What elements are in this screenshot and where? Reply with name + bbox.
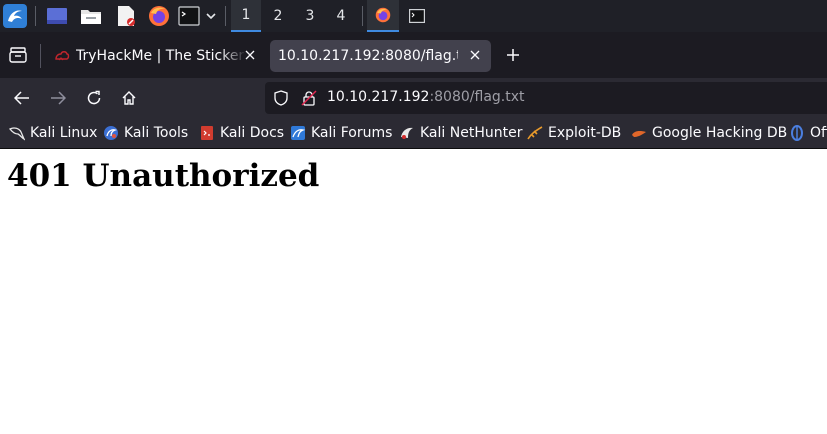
chevron-down-icon[interactable] bbox=[202, 4, 220, 28]
taskbar-separator bbox=[225, 6, 226, 26]
bookmark-kali-forums[interactable]: Kali Forums bbox=[290, 124, 392, 142]
bookmark-label: Kali NetHunter bbox=[420, 125, 523, 141]
bookmark-label: Kali Forums bbox=[311, 125, 393, 141]
tab-title: 10.10.217.192:8080/flag.txt bbox=[278, 48, 458, 64]
bookmark-label: Kali Linux bbox=[30, 125, 98, 141]
bookmark-kali-docs[interactable]: Kali Docs bbox=[199, 124, 284, 142]
close-tab-icon[interactable] bbox=[466, 46, 484, 64]
ghdb-icon bbox=[631, 125, 647, 141]
bookmark-label: Google Hacking DB bbox=[652, 125, 788, 141]
url-path: :8080/flag.txt bbox=[429, 89, 525, 105]
address-bar[interactable]: 10.10.217.192:8080/flag.txt bbox=[265, 82, 827, 114]
firefox-icon[interactable] bbox=[147, 4, 171, 28]
tab-title: TryHackMe | The Sticker Shop bbox=[76, 48, 246, 64]
system-taskbar: 1 2 3 4 bbox=[0, 0, 827, 32]
home-button[interactable] bbox=[117, 86, 141, 110]
url-host: 10.10.217.192 bbox=[327, 89, 430, 105]
tab-tryhackme[interactable]: TryHackMe | The Sticker Shop bbox=[44, 40, 266, 72]
workspace-3[interactable]: 3 bbox=[295, 0, 325, 32]
bookmark-label: Kali Docs bbox=[220, 125, 285, 141]
workspace-4[interactable]: 4 bbox=[326, 0, 356, 32]
kali-docs-icon bbox=[199, 125, 215, 141]
shield-icon[interactable] bbox=[273, 90, 289, 110]
taskbar-separator bbox=[362, 6, 363, 26]
reload-button[interactable] bbox=[82, 86, 106, 110]
tryhackme-icon bbox=[54, 48, 70, 64]
kali-tools-icon bbox=[103, 125, 119, 141]
kali-menu-icon[interactable] bbox=[3, 4, 27, 28]
taskbar-app-firefox[interactable] bbox=[367, 0, 399, 32]
offsec-icon bbox=[789, 125, 805, 141]
page-heading: 401 Unauthorized bbox=[7, 158, 320, 194]
bookmarks-toolbar: Kali Linux Kali Tools Kali Docs Kali For… bbox=[0, 118, 827, 149]
bookmark-label: Exploit-DB bbox=[548, 125, 622, 141]
forward-button[interactable] bbox=[46, 86, 70, 110]
bookmark-offsec[interactable]: OffSec bbox=[789, 124, 827, 142]
workspace-2[interactable]: 2 bbox=[263, 0, 293, 32]
tab-flag-txt[interactable]: 10.10.217.192:8080/flag.txt bbox=[270, 40, 491, 72]
url-text[interactable]: 10.10.217.192:8080/flag.txt bbox=[327, 89, 525, 105]
page-content: 401 Unauthorized bbox=[0, 150, 827, 434]
workspace-1[interactable]: 1 bbox=[231, 0, 261, 32]
bookmark-label: Kali Tools bbox=[124, 125, 189, 141]
text-editor-icon[interactable] bbox=[114, 4, 138, 28]
new-tab-button[interactable] bbox=[501, 43, 525, 67]
taskbar-app-terminal[interactable] bbox=[405, 4, 429, 28]
terminal-icon[interactable] bbox=[177, 4, 201, 28]
kali-dragon-icon bbox=[9, 125, 25, 141]
tab-separator bbox=[40, 44, 41, 68]
taskbar-separator bbox=[35, 6, 36, 26]
insecure-lock-icon[interactable] bbox=[301, 90, 317, 110]
navigation-toolbar: 10.10.217.192:8080/flag.txt bbox=[0, 78, 827, 118]
bookmark-kali-nethunter[interactable]: Kali NetHunter bbox=[399, 124, 522, 142]
file-manager-icon[interactable] bbox=[79, 4, 103, 28]
bookmark-exploit-db[interactable]: Exploit-DB bbox=[527, 124, 621, 142]
bookmark-kali-linux[interactable]: Kali Linux bbox=[9, 124, 97, 142]
tab-strip: TryHackMe | The Sticker Shop 10.10.217.1… bbox=[0, 32, 827, 78]
bookmark-label: OffSec bbox=[810, 125, 827, 141]
close-tab-icon[interactable] bbox=[241, 46, 259, 64]
back-button[interactable] bbox=[10, 86, 34, 110]
kali-forums-icon bbox=[290, 125, 306, 141]
exploit-db-icon bbox=[527, 125, 543, 141]
firefox-view-icon[interactable] bbox=[6, 43, 30, 67]
bookmark-google-hacking-db[interactable]: Google Hacking DB bbox=[631, 124, 787, 142]
bookmark-kali-tools[interactable]: Kali Tools bbox=[103, 124, 188, 142]
show-desktop-icon[interactable] bbox=[45, 4, 69, 28]
nethunter-icon bbox=[399, 125, 415, 141]
